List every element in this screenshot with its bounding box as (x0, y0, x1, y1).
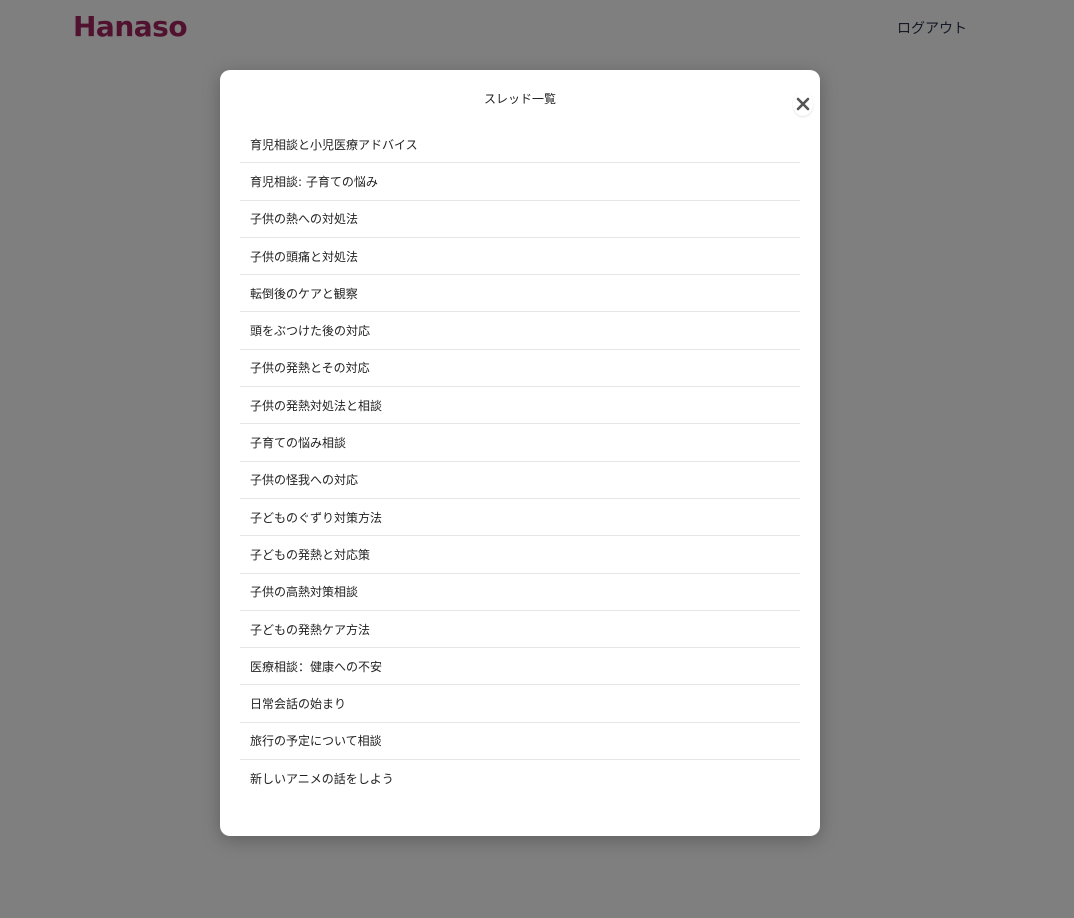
thread-item[interactable]: 子どものぐずり対策方法 (240, 499, 800, 537)
thread-item[interactable]: 子供の熱への対処法 (240, 201, 800, 238)
thread-item[interactable]: 転倒後のケアと観察 (240, 275, 800, 313)
thread-item[interactable]: 新しいアニメの話をしよう (240, 760, 800, 797)
close-icon (796, 97, 810, 111)
thread-item[interactable]: 医療相談：健康への不安 (240, 648, 800, 686)
thread-item[interactable]: 子どもの発熱と対応策 (240, 536, 800, 574)
thread-item[interactable]: 子供の発熱とその対応 (240, 350, 800, 388)
thread-item[interactable]: 旅行の予定について相談 (240, 723, 800, 761)
thread-item[interactable]: 子供の発熱対処法と相談 (240, 387, 800, 425)
close-button[interactable] (793, 92, 813, 116)
thread-item[interactable]: 子供の怪我への対応 (240, 462, 800, 499)
thread-item[interactable]: 子育ての悩み相談 (240, 424, 800, 462)
thread-item[interactable]: 頭をぶつけた後の対応 (240, 312, 800, 350)
thread-list-modal: スレッド一覧 育児相談と小児医療アドバイス 育児相談: 子育ての悩み 子供の熱への対… (220, 70, 820, 836)
thread-list[interactable]: 育児相談と小児医療アドバイス 育児相談: 子育ての悩み 子供の熱への対処法 子供の頭痛… (240, 126, 800, 799)
thread-item[interactable]: 子どもの発熱ケア方法 (240, 611, 800, 649)
thread-item[interactable]: 育児相談: 子育ての悩み (240, 163, 800, 201)
modal-title: スレッド一覧 (483, 92, 556, 106)
thread-item[interactable]: 子供の頭痛と対処法 (240, 238, 800, 276)
thread-item[interactable]: 子供の高熱対策相談 (240, 574, 800, 611)
thread-item[interactable]: 育児相談と小児医療アドバイス (240, 126, 800, 164)
thread-item[interactable]: 日常会話の始まり (240, 685, 800, 723)
